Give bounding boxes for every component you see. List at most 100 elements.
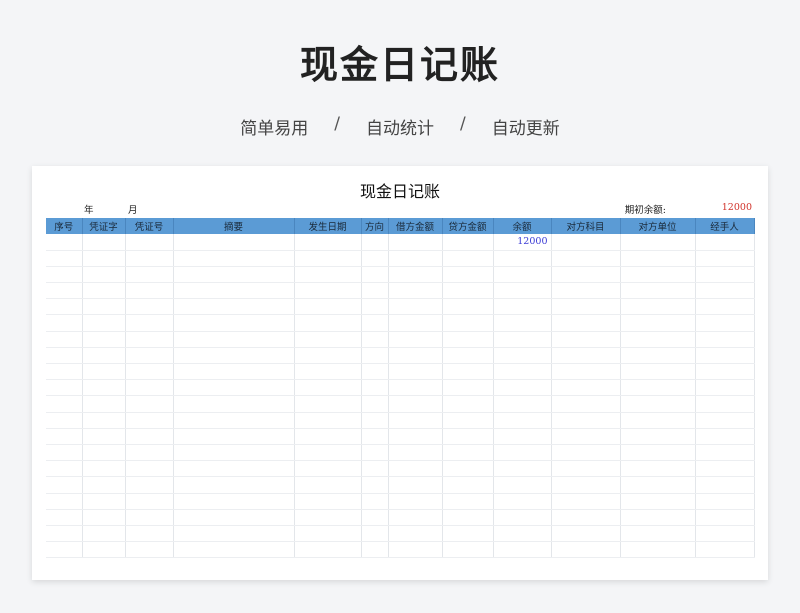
- column-header-voucher-type[interactable]: 凭证字: [82, 218, 126, 234]
- table-cell-debit[interactable]: [388, 314, 443, 332]
- table-cell-counter-party[interactable]: [620, 525, 696, 543]
- table-cell-seq[interactable]: [46, 444, 83, 462]
- table-cell-seq[interactable]: [46, 509, 83, 526]
- table-cell-counter-party[interactable]: [620, 541, 696, 559]
- table-cell-summary[interactable]: [173, 541, 295, 559]
- table-cell-voucher-no[interactable]: [125, 509, 174, 526]
- table-cell-counter-account[interactable]: [551, 331, 621, 348]
- table-cell-balance[interactable]: [493, 444, 552, 462]
- table-cell-counter-party[interactable]: [620, 379, 696, 397]
- table-cell-handler[interactable]: [695, 250, 755, 267]
- table-cell-debit[interactable]: [388, 347, 443, 365]
- table-cell-debit[interactable]: [388, 493, 443, 510]
- table-cell-credit[interactable]: [442, 266, 494, 284]
- table-cell-counter-account[interactable]: [551, 412, 621, 429]
- table-cell-direction[interactable]: [361, 395, 389, 413]
- table-cell-balance[interactable]: [493, 282, 552, 300]
- table-cell-summary[interactable]: [173, 347, 295, 365]
- table-cell-balance[interactable]: [493, 525, 552, 543]
- table-cell-direction[interactable]: [361, 428, 389, 445]
- table-cell-summary[interactable]: [173, 234, 295, 251]
- table-cell-handler[interactable]: [695, 460, 755, 478]
- table-cell-direction[interactable]: [361, 266, 389, 284]
- column-header-counter-account[interactable]: 对方科目: [551, 218, 621, 234]
- table-cell-seq[interactable]: [46, 476, 83, 494]
- table-cell-direction[interactable]: [361, 509, 389, 526]
- table-cell-seq[interactable]: [46, 395, 83, 413]
- table-cell-seq[interactable]: [46, 379, 83, 397]
- table-cell-credit[interactable]: [442, 444, 494, 462]
- table-cell-date[interactable]: [294, 428, 362, 445]
- table-cell-counter-party[interactable]: [620, 476, 696, 494]
- table-cell-debit[interactable]: [388, 298, 443, 316]
- table-cell-counter-account[interactable]: [551, 347, 621, 365]
- table-cell-summary[interactable]: [173, 266, 295, 284]
- table-cell-date[interactable]: [294, 347, 362, 365]
- table-cell-seq[interactable]: [46, 412, 83, 429]
- table-cell-summary[interactable]: [173, 298, 295, 316]
- table-cell-debit[interactable]: [388, 444, 443, 462]
- table-cell-handler[interactable]: [695, 444, 755, 462]
- table-cell-voucher-type[interactable]: [82, 314, 126, 332]
- table-cell-handler[interactable]: [695, 298, 755, 316]
- table-cell-voucher-type[interactable]: [82, 460, 126, 478]
- table-cell-voucher-no[interactable]: [125, 363, 174, 381]
- table-cell-summary[interactable]: [173, 460, 295, 478]
- table-cell-direction[interactable]: [361, 314, 389, 332]
- table-cell-summary[interactable]: [173, 314, 295, 332]
- table-cell-balance[interactable]: [493, 412, 552, 429]
- table-cell-date[interactable]: [294, 298, 362, 316]
- table-cell-credit[interactable]: [442, 541, 494, 559]
- table-cell-date[interactable]: [294, 250, 362, 267]
- table-cell-counter-party[interactable]: [620, 509, 696, 526]
- table-cell-counter-account[interactable]: [551, 493, 621, 510]
- table-cell-voucher-type[interactable]: [82, 493, 126, 510]
- table-cell-voucher-type[interactable]: [82, 331, 126, 348]
- table-cell-voucher-no[interactable]: [125, 266, 174, 284]
- table-cell-summary[interactable]: [173, 282, 295, 300]
- table-cell-voucher-type[interactable]: [82, 282, 126, 300]
- table-cell-date[interactable]: [294, 234, 362, 251]
- table-cell-direction[interactable]: [361, 476, 389, 494]
- table-cell-summary[interactable]: [173, 395, 295, 413]
- table-cell-debit[interactable]: [388, 412, 443, 429]
- table-cell-credit[interactable]: [442, 298, 494, 316]
- table-cell-voucher-no[interactable]: [125, 379, 174, 397]
- table-cell-balance[interactable]: [493, 509, 552, 526]
- table-cell-credit[interactable]: [442, 234, 494, 251]
- column-header-counter-party[interactable]: 对方单位: [620, 218, 696, 234]
- table-cell-voucher-type[interactable]: [82, 428, 126, 445]
- table-cell-direction[interactable]: [361, 234, 389, 251]
- table-cell-credit[interactable]: [442, 476, 494, 494]
- table-cell-voucher-no[interactable]: [125, 412, 174, 429]
- table-cell-voucher-type[interactable]: [82, 266, 126, 284]
- table-cell-date[interactable]: [294, 412, 362, 429]
- table-cell-voucher-no[interactable]: [125, 428, 174, 445]
- table-cell-direction[interactable]: [361, 347, 389, 365]
- table-cell-handler[interactable]: [695, 379, 755, 397]
- table-cell-direction[interactable]: [361, 298, 389, 316]
- table-cell-handler[interactable]: [695, 347, 755, 365]
- table-cell-credit[interactable]: [442, 331, 494, 348]
- table-cell-summary[interactable]: [173, 509, 295, 526]
- table-cell-voucher-no[interactable]: [125, 347, 174, 365]
- table-cell-counter-account[interactable]: [551, 476, 621, 494]
- table-cell-counter-party[interactable]: [620, 250, 696, 267]
- table-cell-handler[interactable]: [695, 509, 755, 526]
- table-cell-direction[interactable]: [361, 379, 389, 397]
- table-cell-summary[interactable]: [173, 412, 295, 429]
- table-cell-counter-account[interactable]: [551, 250, 621, 267]
- table-cell-counter-party[interactable]: [620, 298, 696, 316]
- table-cell-voucher-type[interactable]: [82, 412, 126, 429]
- table-cell-balance[interactable]: [493, 363, 552, 381]
- table-cell-credit[interactable]: [442, 509, 494, 526]
- table-cell-voucher-no[interactable]: [125, 282, 174, 300]
- table-cell-counter-account[interactable]: [551, 428, 621, 445]
- table-cell-credit[interactable]: [442, 428, 494, 445]
- table-cell-voucher-type[interactable]: [82, 476, 126, 494]
- table-cell-voucher-no[interactable]: [125, 250, 174, 267]
- table-cell-credit[interactable]: [442, 395, 494, 413]
- table-cell-balance[interactable]: [493, 250, 552, 267]
- table-cell-debit[interactable]: [388, 541, 443, 559]
- table-cell-date[interactable]: [294, 509, 362, 526]
